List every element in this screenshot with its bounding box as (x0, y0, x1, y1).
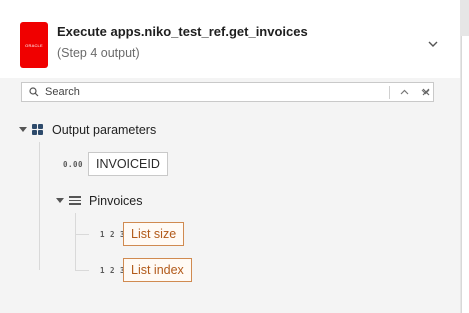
search-divider (389, 86, 390, 99)
scrollbar-thumb[interactable] (461, 36, 469, 313)
step-subtitle: (Step 4 output) (57, 46, 140, 60)
expand-caret-icon[interactable] (56, 198, 64, 204)
expand-caret-icon[interactable] (19, 127, 27, 133)
integer-type-tag: 1 2 3 (100, 230, 126, 239)
step-title: Execute apps.niko_test_ref.get_invoices (57, 24, 308, 39)
pinvoices-label: Pinvoices (89, 194, 143, 208)
step-header: ORACLE Execute apps.niko_test_ref.get_in… (0, 0, 460, 78)
output-parameters-label: Output parameters (52, 123, 157, 137)
collapse-button[interactable] (426, 38, 440, 50)
tree-connector (75, 234, 89, 235)
parameters-grid-icon (32, 124, 43, 135)
search-icon (29, 87, 39, 97)
logo-text: ORACLE (25, 42, 43, 48)
search-input[interactable] (45, 84, 365, 100)
chevron-up-icon (400, 89, 408, 95)
tree-connector (75, 213, 76, 271)
clear-search-button[interactable] (420, 86, 432, 98)
chevron-down-icon (428, 41, 438, 47)
integer-type-tag: 1 2 3 (100, 266, 126, 275)
search-bar (21, 82, 434, 102)
close-icon (422, 88, 430, 96)
list-size-field[interactable]: List size (123, 222, 185, 246)
tree-connector (75, 270, 89, 271)
list-icon (69, 196, 81, 205)
invoiceid-field[interactable]: INVOICEID (88, 152, 168, 176)
tree-connector (39, 142, 40, 270)
previous-match-button[interactable] (398, 86, 410, 98)
decimal-type-tag: 0.00 (63, 160, 84, 169)
oracle-logo: ORACLE (20, 22, 48, 68)
list-index-field[interactable]: List index (123, 258, 192, 282)
